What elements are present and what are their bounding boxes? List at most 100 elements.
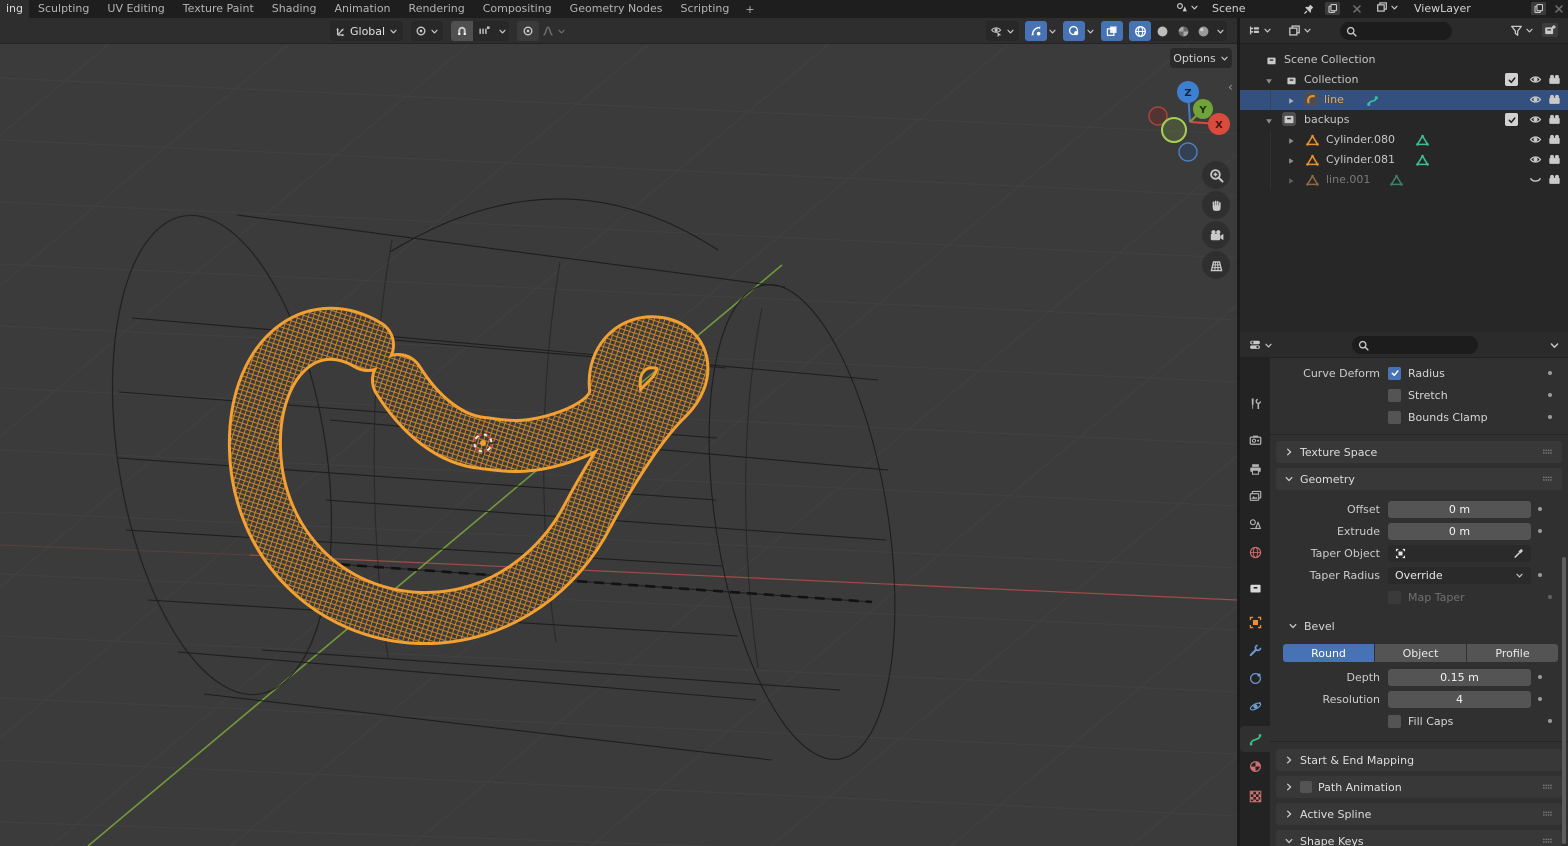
shading-rendered-button[interactable] [1193,21,1213,41]
falloff-curve-icon[interactable] [541,25,555,37]
hide-eye-closed-toggle[interactable] [1529,173,1542,186]
animate-dot[interactable] [1538,507,1542,511]
outliner-item-label[interactable]: Scene Collection [1284,53,1375,66]
outliner-item-label[interactable]: line [1324,93,1344,106]
axis-neg-y-ball[interactable] [1162,118,1186,142]
hide-eye-toggle[interactable] [1529,153,1542,166]
panel-geometry[interactable]: Geometry [1276,468,1562,490]
hide-eye-toggle[interactable] [1529,113,1542,126]
workspace-tab-shading[interactable]: Shading [263,0,326,18]
eyedropper-icon[interactable] [1513,548,1524,559]
resolution-field[interactable]: 4 [1388,691,1531,708]
proportional-edit-toggle[interactable] [517,21,539,41]
shading-material-button[interactable] [1173,21,1193,41]
animate-dot[interactable] [1548,371,1552,375]
workspace-tab-sculpting[interactable]: Sculpting [29,0,98,18]
properties-search-input[interactable] [1352,336,1478,354]
properties-editor-type-dropdown[interactable] [1248,338,1273,352]
outliner-row-scene-collection[interactable]: Scene Collection [1240,50,1568,70]
outliner-display-mode-dropdown[interactable] [1248,24,1272,37]
add-workspace-button[interactable]: + [738,3,761,16]
properties-scrollbar[interactable] [1562,557,1566,844]
disclosure-closed-icon[interactable] [1286,96,1296,106]
outliner-item-label[interactable]: line.001 [1326,173,1370,186]
fill-caps-checkbox[interactable] [1388,715,1401,728]
pin-icon[interactable] [1303,3,1315,15]
collection-checkbox[interactable] [1505,113,1518,126]
disable-render-toggle[interactable] [1548,153,1561,166]
disable-render-toggle[interactable] [1548,93,1561,106]
tab-output[interactable] [1247,461,1263,477]
outliner-item-label[interactable]: Cylinder.081 [1326,153,1395,166]
disclosure-closed-icon[interactable] [1286,136,1296,146]
bevel-mode-object[interactable]: Object [1375,644,1467,662]
bevel-mode-profile[interactable]: Profile [1467,644,1558,662]
panel-shape-keys[interactable]: Shape Keys [1276,830,1562,846]
stretch-checkbox[interactable] [1388,389,1401,402]
disclosure-open-icon[interactable] [1264,76,1274,86]
outliner-filter-display-dropdown[interactable] [1288,24,1312,37]
workspace-tab-compositing[interactable]: Compositing [474,0,561,18]
tab-render[interactable] [1247,432,1263,448]
subpanel-bevel[interactable]: Bevel [1270,616,1568,636]
properties-options-dropdown[interactable] [1549,340,1560,351]
new-scene-button[interactable] [1325,2,1340,15]
drag-dots-icon[interactable] [1542,473,1554,485]
outliner-search-input[interactable] [1340,22,1452,40]
tab-collection[interactable] [1247,580,1263,596]
workspace-tab-geometry-nodes[interactable]: Geometry Nodes [561,0,672,18]
delete-scene-button[interactable] [1351,3,1363,15]
animate-dot[interactable] [1548,393,1552,397]
taper-object-field[interactable] [1388,545,1531,562]
new-collection-button[interactable] [1542,23,1558,37]
panel-texture-space[interactable]: Texture Space [1276,441,1562,463]
hide-eye-toggle[interactable] [1529,73,1542,86]
bevel-mode-round[interactable]: Round [1283,644,1375,662]
shading-solid-button[interactable] [1151,21,1173,41]
disclosure-open-icon[interactable] [1264,116,1274,126]
object-visibility-dropdown[interactable] [986,21,1019,41]
zoom-button[interactable] [1202,161,1230,189]
shading-wireframe-button[interactable] [1129,21,1151,41]
drag-dots-icon[interactable] [1542,808,1554,820]
transform-orientation-dropdown[interactable]: Global [330,21,403,41]
snap-dropdown[interactable] [495,21,509,41]
panel-active-spline[interactable]: Active Spline [1276,803,1562,825]
panel-start-end-mapping[interactable]: Start & End Mapping [1276,749,1562,771]
snap-toggle[interactable] [451,21,473,41]
tab-texture[interactable] [1247,788,1263,804]
outliner-item-label[interactable]: Cylinder.080 [1326,133,1395,146]
extrude-field[interactable]: 0 m [1388,523,1531,540]
pivot-point-dropdown[interactable] [411,21,443,41]
outliner-row-collection[interactable]: Collection [1240,70,1568,90]
drag-dots-icon[interactable] [1542,446,1554,458]
tab-particles[interactable] [1247,670,1263,686]
hide-eye-toggle[interactable] [1529,93,1542,106]
navigation-gizmo[interactable]: Z Y X [1146,78,1238,168]
tab-world[interactable] [1247,544,1263,560]
outliner-item-label[interactable]: Collection [1304,73,1358,86]
delete-view-layer-button[interactable] [1553,3,1565,15]
pan-button[interactable] [1202,191,1230,219]
workspace-tab-animation[interactable]: Animation [325,0,399,18]
drag-dots-icon[interactable] [1542,835,1554,846]
chevron-down-icon[interactable] [1086,27,1095,36]
show-overlays-toggle[interactable] [1063,21,1085,41]
disable-render-toggle[interactable] [1548,173,1561,186]
outliner-item-label[interactable]: backups [1304,113,1350,126]
axis-neg-z-ball[interactable] [1179,143,1197,161]
chevron-down-icon[interactable] [1048,27,1057,36]
depth-field[interactable]: 0.15 m [1388,669,1531,686]
scene-name[interactable]: Scene [1208,2,1250,15]
radius-checkbox[interactable] [1388,367,1401,380]
view-layer-name[interactable]: ViewLayer [1410,2,1475,15]
tab-curve-data[interactable] [1247,731,1263,747]
outliner-row-line-001[interactable]: line.001 [1240,170,1568,190]
disclosure-closed-icon[interactable] [1286,156,1296,166]
new-view-layer-button[interactable] [1531,2,1546,15]
tab-material[interactable] [1247,758,1263,774]
scene-browse-button[interactable] [1176,1,1199,13]
outliner-filter-dropdown[interactable] [1510,24,1534,37]
snap-mode-button[interactable] [473,21,495,41]
disable-render-toggle[interactable] [1548,113,1561,126]
